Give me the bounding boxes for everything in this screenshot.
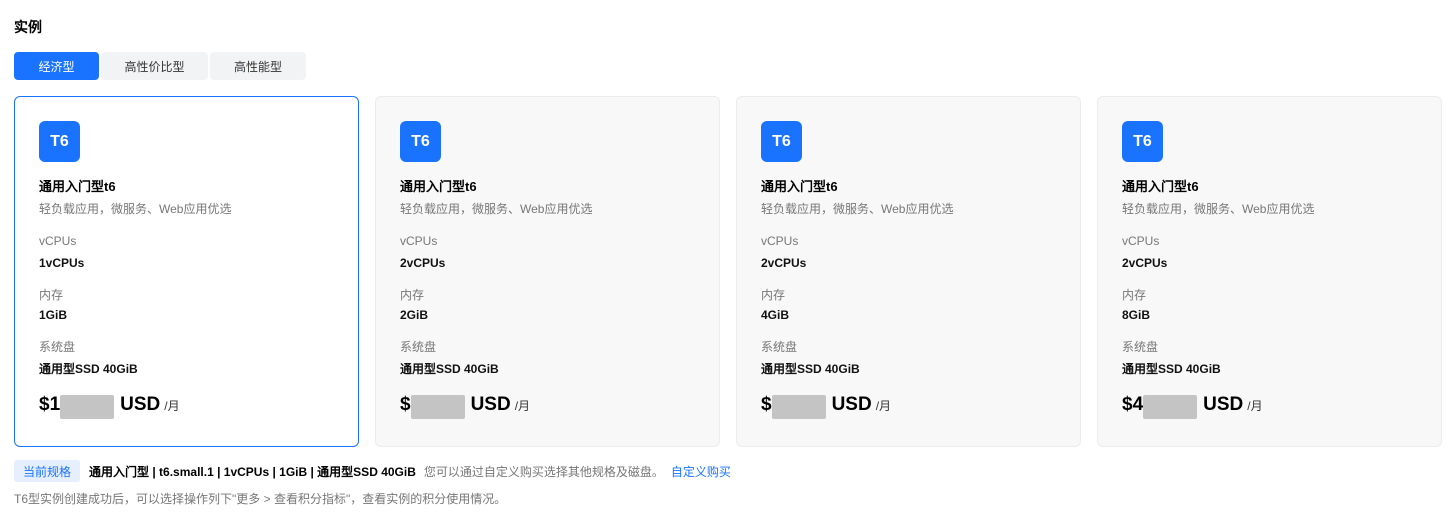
memory-label: 内存: [39, 288, 64, 302]
price-visible-digit: 1: [49, 394, 61, 415]
section-title: 实例: [14, 19, 42, 35]
tab-cost-effective[interactable]: 高性价比型: [101, 52, 208, 80]
vcpus-label: vCPUs: [400, 234, 438, 248]
memory-label: 内存: [1122, 288, 1147, 302]
card-title: 通用入门型t6: [39, 179, 116, 194]
price-currency: $: [761, 394, 772, 415]
memory-value: 8GiB: [1122, 308, 1151, 322]
price-period: /月: [514, 399, 531, 413]
t6-badge-icon: T6: [761, 121, 802, 162]
instance-card-1[interactable]: T6 通用入门型t6 轻负载应用，微服务、Web应用优选 vCPUs 1vCPU…: [14, 96, 359, 447]
instance-card-3[interactable]: T6 通用入门型t6 轻负载应用，微服务、Web应用优选 vCPUs 2vCPU…: [736, 96, 1081, 447]
vcpus-label: vCPUs: [761, 234, 799, 248]
price-unit: USD: [831, 394, 872, 415]
price-redacted: [1143, 395, 1198, 419]
disk-label: 系统盘: [761, 340, 798, 354]
card-description: 轻负载应用，微服务、Web应用优选: [39, 202, 232, 216]
card-description: 轻负载应用，微服务、Web应用优选: [1122, 202, 1315, 216]
price: $ USD /月: [761, 394, 892, 419]
t6-badge-icon: T6: [39, 121, 80, 162]
memory-value: 2GiB: [400, 308, 429, 322]
current-spec-text: 通用入门型 | t6.small.1 | 1vCPUs | 1GiB | 通用型…: [89, 464, 416, 479]
price-unit: USD: [120, 394, 161, 415]
tab-high-performance[interactable]: 高性能型: [210, 52, 306, 80]
price-currency: $: [1122, 394, 1133, 415]
price-unit: USD: [1203, 394, 1244, 415]
vcpus-value: 2vCPUs: [761, 256, 807, 270]
price-redacted: [60, 395, 115, 419]
credit-footnote: T6型实例创建成功后，可以选择操作列下"更多 > 查看积分指标"，查看实例的积分…: [14, 492, 507, 506]
memory-value: 1GiB: [39, 308, 68, 322]
disk-value: 通用型SSD 40GiB: [761, 362, 860, 376]
card-title: 通用入门型t6: [400, 179, 477, 194]
card-description: 轻负载应用，微服务、Web应用优选: [400, 202, 593, 216]
memory-label: 内存: [400, 288, 425, 302]
price-period: /月: [1247, 399, 1263, 413]
custom-purchase-hint: 您可以通过自定义购买选择其他规格及磁盘。: [423, 464, 664, 479]
current-spec-summary: 当前规格 通用入门型 | t6.small.1 | 1vCPUs | 1GiB …: [14, 460, 731, 482]
price-period: /月: [164, 399, 180, 413]
vcpus-label: vCPUs: [39, 234, 77, 248]
card-description: 轻负载应用，微服务、Web应用优选: [761, 202, 954, 216]
price-currency: $: [400, 394, 411, 415]
vcpus-value: 2vCPUs: [1122, 256, 1168, 270]
memory-label: 内存: [761, 288, 786, 302]
disk-value: 通用型SSD 40GiB: [400, 362, 499, 376]
t6-badge-icon: T6: [1122, 121, 1163, 162]
tab-economy[interactable]: 经济型: [14, 52, 99, 80]
disk-label: 系统盘: [1122, 340, 1159, 354]
disk-label: 系统盘: [39, 340, 76, 354]
current-spec-tag: 当前规格: [14, 460, 81, 482]
instance-card-2[interactable]: T6 通用入门型t6 轻负载应用，微服务、Web应用优选 vCPUs 2vCPU…: [375, 96, 720, 447]
disk-value: 通用型SSD 40GiB: [39, 362, 138, 376]
price-visible-digit: 4: [1132, 394, 1144, 415]
instance-cards: T6 通用入门型t6 轻负载应用，微服务、Web应用优选 vCPUs 1vCPU…: [14, 96, 1442, 447]
t6-badge-icon: T6: [400, 121, 441, 162]
price: $ 1 USD /月: [39, 394, 180, 419]
memory-value: 4GiB: [761, 308, 790, 322]
price-unit: USD: [470, 394, 511, 415]
price: $ USD /月: [400, 394, 531, 419]
custom-purchase-link[interactable]: 自定义购买: [671, 463, 731, 480]
price-currency: $: [39, 394, 50, 415]
disk-label: 系统盘: [400, 340, 437, 354]
disk-value: 通用型SSD 40GiB: [1122, 362, 1221, 376]
price: $ 4 USD /月: [1122, 394, 1263, 419]
vcpus-value: 2vCPUs: [400, 256, 446, 270]
price-redacted: [410, 395, 465, 419]
card-title: 通用入门型t6: [1122, 179, 1199, 194]
price-period: /月: [875, 399, 892, 413]
instance-card-4[interactable]: T6 通用入门型t6 轻负载应用，微服务、Web应用优选 vCPUs 2vCPU…: [1097, 96, 1442, 447]
price-redacted: [771, 395, 826, 419]
vcpus-value: 1vCPUs: [39, 256, 85, 270]
card-title: 通用入门型t6: [761, 179, 838, 194]
vcpus-label: vCPUs: [1122, 234, 1160, 248]
instance-type-tabs: 经济型 高性价比型 高性能型: [14, 52, 306, 80]
